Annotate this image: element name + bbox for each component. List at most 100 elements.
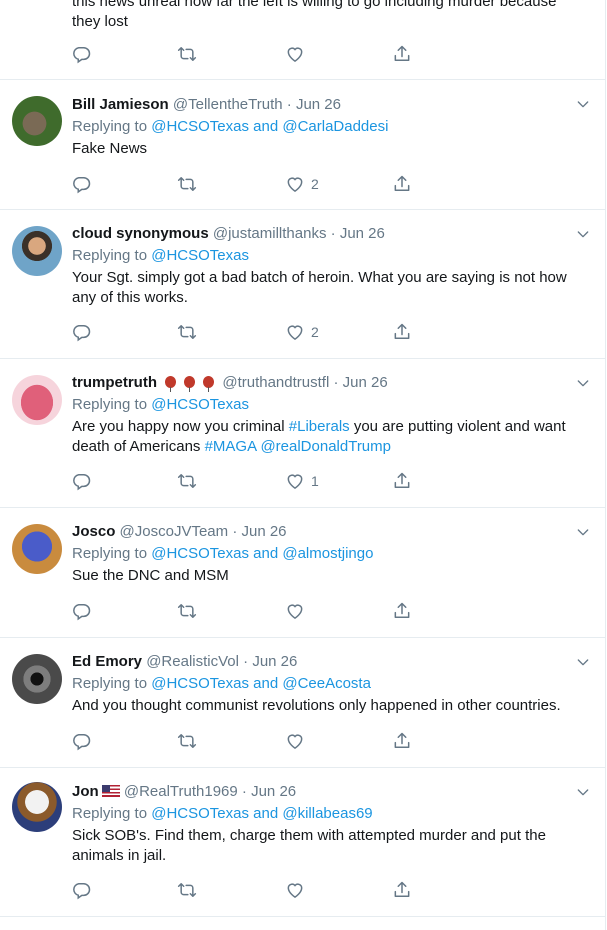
tweet-text-line: Your Sgt. simply got a bad batch of hero…: [72, 269, 567, 286]
retweet-button[interactable]: [177, 469, 197, 493]
retweet-button[interactable]: [177, 172, 197, 196]
replying-prefix: Replying to: [72, 805, 148, 822]
reply-button[interactable]: [72, 729, 92, 753]
like-button[interactable]: [285, 729, 305, 753]
separator: ·: [333, 374, 339, 391]
display-name[interactable]: Bill Jamieson: [72, 96, 169, 113]
timestamp[interactable]: Jun 26: [252, 653, 297, 670]
share-icon: [392, 471, 412, 491]
mention-link[interactable]: @HCSOTexas: [151, 396, 249, 413]
tweet[interactable]: Ed Emory @RealisticVol · Jun 26 Replying…: [0, 638, 605, 768]
hashtag-link[interactable]: #MAGA: [205, 438, 257, 455]
display-name[interactable]: cloud synonymous: [72, 225, 209, 242]
mention-link[interactable]: @CarlaDaddesi: [282, 118, 388, 135]
avatar[interactable]: [12, 782, 62, 832]
tweet[interactable]: Jon @RealTruth1969 · Jun 26 Replying to …: [0, 768, 605, 917]
handle[interactable]: @justamillthanks: [213, 225, 327, 242]
display-name[interactable]: Jon: [72, 783, 99, 800]
like-button[interactable]: [285, 878, 305, 902]
avatar[interactable]: [12, 96, 62, 146]
tweet-header: Jon @RealTruth1969 · Jun 26: [72, 782, 595, 802]
like-count: 2: [311, 176, 319, 192]
mention-link[interactable]: @HCSOTexas: [151, 247, 249, 264]
tweet-header: trumpetruth @truthandtrustfl · Jun 26: [72, 373, 595, 393]
retweet-icon: [177, 322, 197, 342]
handle[interactable]: @RealTruth1969: [124, 783, 238, 800]
avatar[interactable]: [12, 226, 62, 276]
share-button[interactable]: [392, 729, 412, 753]
share-icon: [392, 174, 412, 194]
mention-link[interactable]: @realDonaldTrump: [260, 438, 391, 455]
handle[interactable]: @RealisticVol: [146, 653, 239, 670]
avatar[interactable]: [12, 524, 62, 574]
handle[interactable]: @JoscoJVTeam: [120, 523, 229, 540]
handle[interactable]: @truthandtrustfl: [222, 374, 329, 391]
retweet-icon: [177, 44, 197, 64]
tweet[interactable]: cloud synonymous @justamillthanks · Jun …: [0, 210, 605, 359]
mention-link[interactable]: @CeeAcosta: [282, 675, 371, 692]
like-icon: [285, 322, 305, 342]
reply-button[interactable]: [72, 878, 92, 902]
timestamp[interactable]: Jun 26: [251, 783, 296, 800]
display-name[interactable]: Ed Emory: [72, 653, 142, 670]
mention-link[interactable]: @killabeas69: [282, 805, 372, 822]
like-button[interactable]: 2: [285, 172, 319, 196]
separator: ·: [241, 783, 247, 800]
reply-button[interactable]: [72, 469, 92, 493]
like-icon: [285, 471, 305, 491]
avatar[interactable]: [12, 654, 62, 704]
retweet-button[interactable]: [177, 320, 197, 344]
timestamp[interactable]: Jun 26: [340, 225, 385, 242]
replying-prefix: Replying to: [72, 545, 148, 562]
retweet-icon: [177, 174, 197, 194]
display-name[interactable]: trumpetruth: [72, 374, 157, 391]
share-button[interactable]: [392, 599, 412, 623]
share-button[interactable]: [392, 469, 412, 493]
separator: ·: [232, 523, 238, 540]
hashtag-link[interactable]: #Liberals: [289, 418, 350, 435]
mention-link[interactable]: @HCSOTexas: [151, 545, 249, 562]
mention-conjunction: and: [253, 675, 279, 692]
reply-button[interactable]: [72, 599, 92, 623]
like-count: 2: [311, 324, 319, 340]
reply-button[interactable]: [72, 172, 92, 196]
mention-link[interactable]: @almostjingo: [282, 545, 373, 562]
replying-to: Replying to @HCSOTexas: [72, 395, 595, 415]
timestamp[interactable]: Jun 26: [241, 523, 286, 540]
tweet[interactable]: Josco @JoscoJVTeam · Jun 26 Replying to …: [0, 508, 605, 638]
replying-to: Replying to @HCSOTexas and @almostjingo: [72, 544, 595, 564]
share-button[interactable]: [392, 320, 412, 344]
reply-button[interactable]: [72, 42, 92, 66]
timestamp[interactable]: Jun 26: [296, 96, 341, 113]
mention-link[interactable]: @HCSOTexas: [151, 118, 249, 135]
handle[interactable]: @TellentheTruth: [173, 96, 283, 113]
retweet-button[interactable]: [177, 42, 197, 66]
tweet-text: Sue the DNC and MSM: [72, 567, 229, 584]
avatar[interactable]: [12, 375, 62, 425]
mention-link[interactable]: @HCSOTexas: [151, 675, 249, 692]
like-button[interactable]: 1: [285, 469, 319, 493]
like-button[interactable]: 2: [285, 320, 319, 344]
retweet-button[interactable]: [177, 729, 197, 753]
mention-conjunction: and: [253, 118, 279, 135]
like-icon: [285, 731, 305, 751]
replying-to: Replying to @HCSOTexas and @killabeas69: [72, 804, 595, 824]
reply-icon: [72, 322, 92, 342]
reply-icon: [72, 880, 92, 900]
timestamp[interactable]: Jun 26: [343, 374, 388, 391]
like-button[interactable]: [285, 42, 305, 66]
reply-button[interactable]: [72, 320, 92, 344]
share-button[interactable]: [392, 42, 412, 66]
tweet[interactable]: trumpetruth @truthandtrustfl · Jun 26 Re…: [0, 359, 605, 508]
display-name[interactable]: Josco: [72, 523, 115, 540]
tweet[interactable]: Bill Jamieson @TellentheTruth · Jun 26 R…: [0, 80, 605, 210]
retweet-button[interactable]: [177, 878, 197, 902]
like-button[interactable]: [285, 599, 305, 623]
share-button[interactable]: [392, 878, 412, 902]
tweet-text: they lost: [72, 13, 128, 30]
tweet-text: Sick SOB's. Find them, charge them with …: [72, 826, 595, 866]
mention-link[interactable]: @HCSOTexas: [151, 805, 249, 822]
tweet-partial[interactable]: this news unreal how far the left is wil…: [0, 0, 605, 80]
retweet-button[interactable]: [177, 599, 197, 623]
share-button[interactable]: [392, 172, 412, 196]
